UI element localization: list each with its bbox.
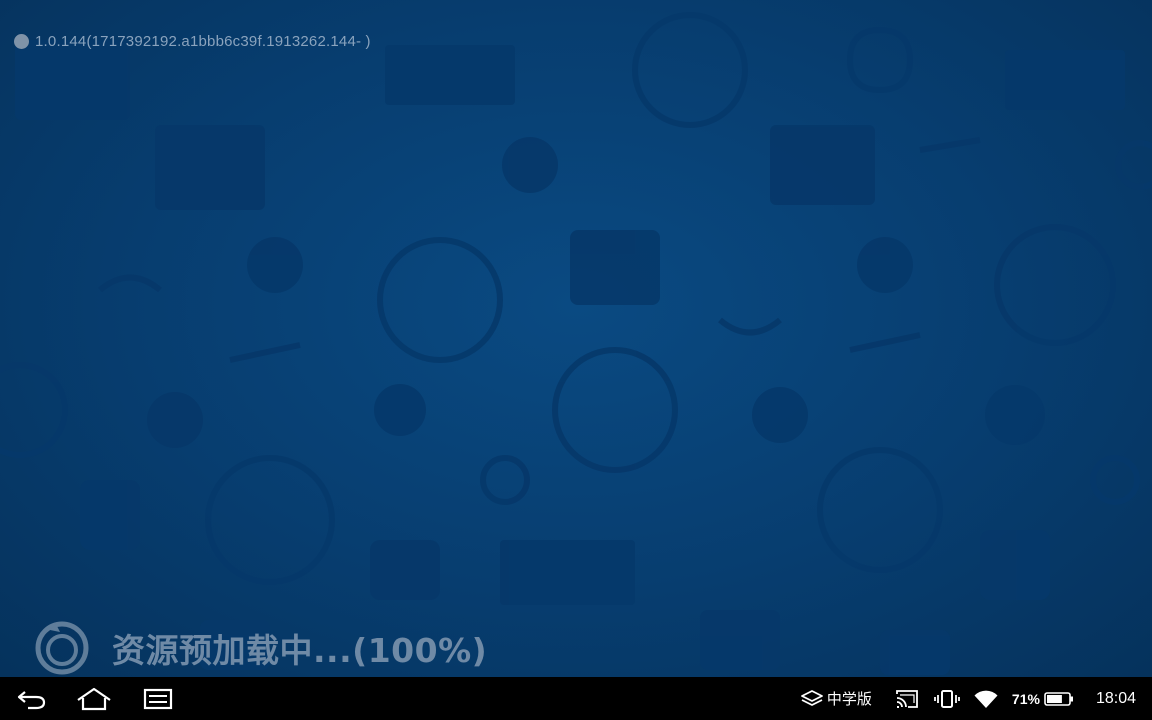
battery-indicator: 71%	[1012, 691, 1074, 707]
input-method-label: 中学版	[826, 691, 872, 708]
loading-indicator: 资源预加载中...(100%)	[34, 620, 487, 676]
version-text: 1.0.144(1717392192.a1bbb6c39f.1913262.14…	[35, 32, 371, 50]
status-area: 中学版 71% 18:04	[801, 677, 1136, 720]
cast-icon	[894, 689, 920, 709]
status-dot-icon	[14, 33, 29, 49]
back-arrow-icon	[17, 691, 46, 710]
system-navigation-bar: 中学版 71% 18:04	[0, 677, 1152, 720]
battery-icon	[1044, 691, 1073, 706]
recent-apps-icon	[143, 688, 173, 710]
layers-icon	[801, 689, 823, 706]
clock: 18:04	[1095, 689, 1136, 707]
input-method-indicator[interactable]: 中学版	[801, 688, 872, 709]
wifi-icon	[974, 689, 998, 709]
version-info: 1.0.144(1717392192.a1bbb6c39f.1913262.14…	[14, 31, 371, 51]
home-button[interactable]	[74, 685, 114, 713]
battery-percent: 71%	[1011, 690, 1040, 707]
loading-status-text: 资源预加载中...(100%)	[112, 631, 488, 670]
loading-spinner-icon	[35, 621, 89, 675]
back-button[interactable]	[12, 685, 52, 713]
game-loading-screen: 1.0.144(1717392192.a1bbb6c39f.1913262.14…	[0, 0, 1152, 677]
recent-apps-button[interactable]	[138, 685, 178, 713]
doodle-background-pattern	[0, 12, 1152, 675]
home-icon	[77, 687, 111, 711]
vibrate-icon	[934, 689, 960, 709]
